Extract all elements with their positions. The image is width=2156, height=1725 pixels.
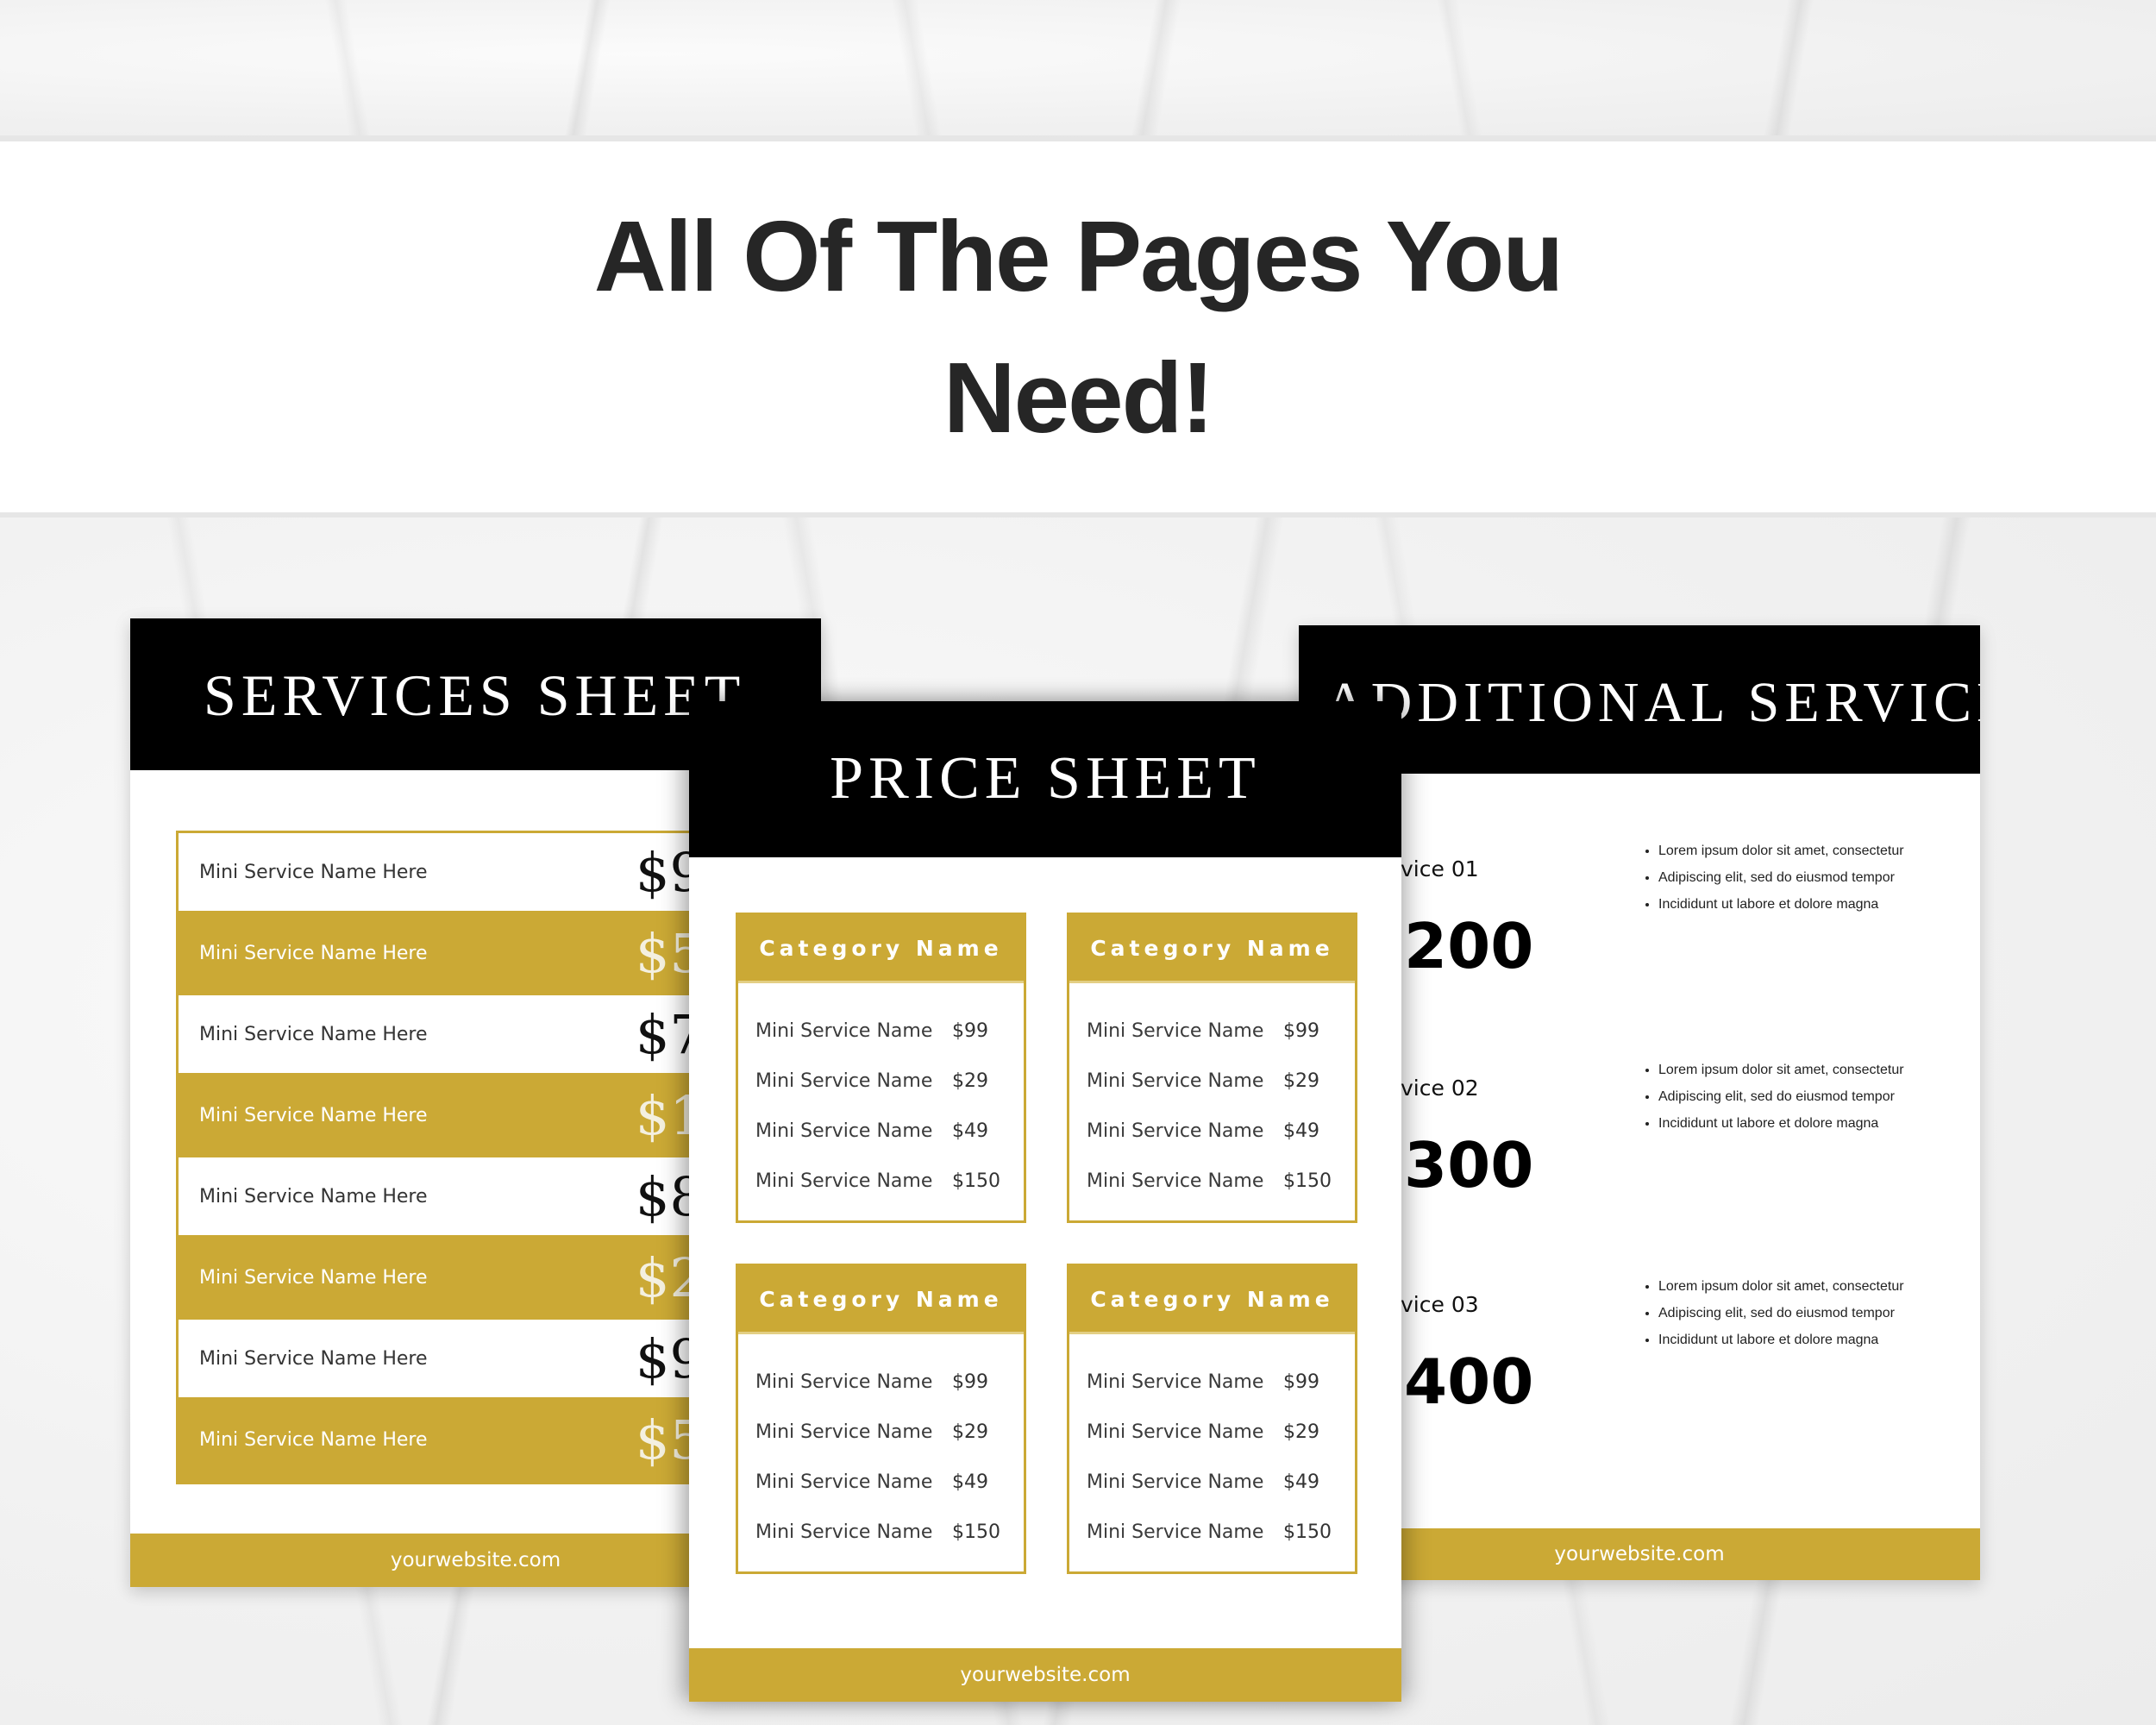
price-item: Mini Service Name $150	[738, 1507, 1024, 1557]
category-card: Category Name Mini Service Name $99 Mini …	[736, 1264, 1026, 1574]
item-price: $99	[952, 1371, 988, 1393]
additional-service-title: ADDITIONAL SERVICE	[1325, 671, 1980, 734]
item-name: Mini Service Name	[755, 1421, 933, 1443]
category-name: Category Name	[738, 1266, 1024, 1334]
price-item: Mini Service Name $150	[1069, 1156, 1355, 1206]
item-name: Mini Service Name	[1087, 1521, 1264, 1543]
category-card: Category Name Mini Service Name $99 Mini …	[1067, 913, 1357, 1223]
item-name: Mini Service Name	[1087, 1170, 1264, 1192]
item-price: $150	[1283, 1170, 1332, 1192]
service-name: Mini Service Name Here	[199, 1347, 428, 1370]
item-name: Mini Service Name	[1087, 1019, 1264, 1042]
item-name: Mini Service Name	[1087, 1471, 1264, 1493]
service-label: vice 01	[1401, 856, 1479, 881]
item-price: $99	[1283, 1019, 1319, 1042]
price-item: Mini Service Name $29	[1069, 1056, 1355, 1106]
price-item: Mini Service Name $150	[1069, 1507, 1355, 1557]
service-price: 300	[1404, 1129, 1534, 1201]
service-bullets: Lorem ipsum dolor sit amet, consectetur …	[1639, 1057, 1904, 1137]
item-name: Mini Service Name	[755, 1070, 933, 1092]
price-sheet-header: PRICE SHEET	[689, 701, 1401, 857]
bullet-item: Incididunt ut labore et dolore magna	[1658, 891, 1904, 918]
bullet-item: Incididunt ut labore et dolore magna	[1658, 1327, 1904, 1353]
bullet-item: Lorem ipsum dolor sit amet, consectetur	[1658, 1273, 1904, 1300]
service-label: vice 02	[1401, 1076, 1479, 1101]
category-card: Category Name Mini Service Name $99 Mini …	[736, 913, 1026, 1223]
service-price: 400	[1404, 1346, 1534, 1418]
headline-line-1: All Of The Pages You	[593, 200, 1564, 312]
bullet-item: Adipiscing elit, sed do eiusmod tempor	[1658, 1300, 1904, 1327]
item-price: $49	[1283, 1471, 1319, 1493]
service-bullets: Lorem ipsum dolor sit amet, consectetur …	[1639, 1273, 1904, 1353]
price-item: Mini Service Name $49	[738, 1106, 1024, 1156]
item-price: $29	[952, 1421, 988, 1443]
item-name: Mini Service Name	[1087, 1070, 1264, 1092]
bullet-item: Adipiscing elit, sed do eiusmod tempor	[1658, 864, 1904, 891]
category-card: Category Name Mini Service Name $99 Mini …	[1067, 1264, 1357, 1574]
item-price: $99	[952, 1019, 988, 1042]
item-name: Mini Service Name	[755, 1120, 933, 1142]
price-item: Mini Service Name $99	[1069, 1357, 1355, 1407]
item-name: Mini Service Name	[1087, 1421, 1264, 1443]
service-name: Mini Service Name Here	[199, 1185, 428, 1208]
price-item: Mini Service Name $49	[1069, 1457, 1355, 1507]
item-name: Mini Service Name	[755, 1521, 933, 1543]
item-name: Mini Service Name	[755, 1371, 933, 1393]
service-bullets: Lorem ipsum dolor sit amet, consectetur …	[1639, 837, 1904, 918]
price-item: Mini Service Name $99	[738, 1357, 1024, 1407]
price-item: Mini Service Name $49	[738, 1457, 1024, 1507]
bullet-item: Lorem ipsum dolor sit amet, consectetur	[1658, 837, 1904, 864]
item-price: $49	[952, 1471, 988, 1493]
item-price: $29	[1283, 1070, 1319, 1092]
service-name: Mini Service Name Here	[199, 1266, 428, 1289]
item-price: $150	[952, 1521, 1000, 1543]
price-sheet-footer: yourwebsite.com	[689, 1648, 1401, 1702]
category-name: Category Name	[1069, 1266, 1355, 1334]
service-label: vice 03	[1401, 1292, 1479, 1317]
bullet-item: Adipiscing elit, sed do eiusmod tempor	[1658, 1083, 1904, 1110]
item-name: Mini Service Name	[755, 1471, 933, 1493]
service-name: Mini Service Name Here	[199, 942, 428, 964]
item-name: Mini Service Name	[1087, 1120, 1264, 1142]
price-sheet-title: PRICE SHEET	[830, 745, 1261, 812]
service-price: 200	[1404, 910, 1534, 982]
item-price: $150	[1283, 1521, 1332, 1543]
divider-top	[0, 135, 2156, 141]
price-item: Mini Service Name $29	[1069, 1407, 1355, 1457]
price-item: Mini Service Name $99	[1069, 1006, 1355, 1056]
services-sheet-title: SERVICES SHEET	[204, 662, 746, 728]
price-sheet-page: PRICE SHEET Category Name Mini Service N…	[689, 701, 1401, 1702]
headline-banner: All Of The Pages You Need!	[0, 141, 2156, 512]
service-name: Mini Service Name Here	[199, 861, 428, 883]
marble-background-top	[0, 0, 2156, 135]
price-item: Mini Service Name $29	[738, 1056, 1024, 1106]
item-name: Mini Service Name	[755, 1170, 933, 1192]
service-name: Mini Service Name Here	[199, 1023, 428, 1045]
item-name: Mini Service Name	[1087, 1371, 1264, 1393]
service-name: Mini Service Name Here	[199, 1104, 428, 1126]
bullet-item: Incididunt ut labore et dolore magna	[1658, 1110, 1904, 1137]
item-price: $99	[1283, 1371, 1319, 1393]
item-price: $49	[1283, 1120, 1319, 1142]
category-name: Category Name	[738, 915, 1024, 983]
item-price: $29	[952, 1070, 988, 1092]
bullet-item: Lorem ipsum dolor sit amet, consectetur	[1658, 1057, 1904, 1083]
price-item: Mini Service Name $150	[738, 1156, 1024, 1206]
item-name: Mini Service Name	[755, 1019, 933, 1042]
price-item: Mini Service Name $99	[738, 1006, 1024, 1056]
item-price: $29	[1283, 1421, 1319, 1443]
price-item: Mini Service Name $29	[738, 1407, 1024, 1457]
headline-line-2: Need!	[943, 342, 1214, 454]
item-price: $150	[952, 1170, 1000, 1192]
item-price: $49	[952, 1120, 988, 1142]
price-item: Mini Service Name $49	[1069, 1106, 1355, 1156]
category-name: Category Name	[1069, 915, 1355, 983]
service-name: Mini Service Name Here	[199, 1428, 428, 1451]
